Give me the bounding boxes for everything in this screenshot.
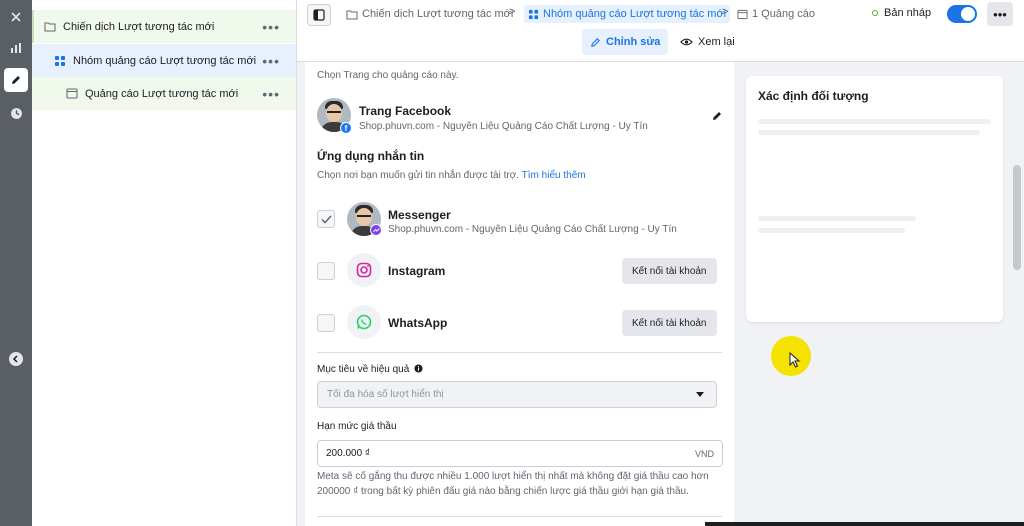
audience-title: Xác định đối tượng	[758, 89, 869, 103]
whatsapp-icon	[347, 305, 381, 339]
tab-review[interactable]: Xem lại	[672, 29, 743, 55]
facebook-icon: f	[340, 122, 352, 134]
left-rail	[0, 0, 32, 526]
tab-edit-label: Chỉnh sửa	[606, 36, 661, 48]
tab-edit[interactable]: Chỉnh sửa	[582, 29, 669, 55]
whatsapp-checkbox[interactable]	[317, 314, 335, 332]
history-icon[interactable]	[4, 101, 28, 125]
tree-adset-label: Nhóm quảng cáo Lượt tương tác mới	[73, 54, 257, 67]
top-bar: Chiến dịch Lượt tương tác mới > Nhóm quả…	[297, 0, 1024, 62]
instagram-name: Instagram	[388, 264, 446, 278]
ad-icon	[66, 88, 78, 99]
divider	[317, 516, 722, 517]
instagram-checkbox[interactable]	[317, 262, 335, 280]
bid-cap-input[interactable]: 200.000 ₫ VND	[317, 440, 723, 467]
campaign-tree: Chiến dịch Lượt tương tác mới ••• Nhóm q…	[32, 0, 297, 526]
status-badge: Bản nháp	[872, 7, 931, 19]
collapse-icon[interactable]	[9, 352, 23, 366]
right-panel: Xác định đối tượng	[734, 62, 1024, 526]
pencil-icon	[591, 37, 600, 47]
whatsapp-name: WhatsApp	[388, 316, 448, 330]
chart-icon[interactable]	[4, 36, 28, 60]
eye-icon	[680, 38, 693, 46]
bid-label: Hạn mức giá thầu	[317, 421, 397, 432]
check-icon	[320, 214, 332, 224]
bid-cap-value: 200.000 ₫	[326, 448, 371, 459]
folder-icon	[44, 22, 56, 32]
messenger-name: Messenger	[388, 208, 451, 222]
connect-whatsapp-button[interactable]: Kết nối tài khoản	[622, 310, 717, 336]
page-subtitle: Shop.phuvn.com - Nguyên Liệu Quảng Cáo C…	[359, 121, 648, 132]
messenger-checkbox[interactable]	[317, 210, 335, 228]
breadcrumb-separator: >	[722, 6, 729, 18]
messenger-subtitle: Shop.phuvn.com - Nguyên Liệu Quảng Cáo C…	[388, 224, 677, 235]
connect-instagram-button[interactable]: Kết nối tài khoản	[622, 258, 717, 284]
messaging-heading: Ứng dụng nhắn tin	[317, 149, 425, 163]
more-icon[interactable]: •••	[262, 86, 280, 102]
page-intro: Chọn Trang cho quảng cáo này.	[317, 70, 459, 81]
grid-icon	[528, 9, 539, 19]
breadcrumb-adset-label: Nhóm quảng cáo Lượt tương tác mới	[543, 8, 727, 20]
breadcrumb-ads-label: 1 Quảng cáo	[752, 8, 815, 20]
adset-form: Chọn Trang cho quảng cáo này. f Trang Fa…	[305, 62, 734, 526]
more-options-button[interactable]: •••	[987, 2, 1013, 26]
audience-card: Xác định đối tượng	[746, 76, 1003, 322]
messaging-desc: Chọn nơi bạn muốn gửi tin nhắn được tài …	[317, 170, 586, 181]
breadcrumb-ads[interactable]: 1 Quảng cáo	[737, 5, 815, 23]
close-icon[interactable]	[4, 5, 28, 29]
tree-ad-label: Quảng cáo Lượt tương tác mới	[85, 87, 239, 100]
grid-icon	[55, 55, 65, 66]
status-label: Bản nháp	[884, 7, 932, 19]
loading-placeholder	[758, 119, 991, 124]
breadcrumb-separator: >	[509, 6, 516, 18]
loading-placeholder	[758, 228, 905, 233]
edit-page-icon[interactable]	[711, 110, 723, 122]
edit-icon[interactable]	[4, 68, 28, 92]
status-dot-icon	[872, 10, 878, 16]
messenger-icon	[370, 224, 382, 236]
currency-unit: VND	[694, 448, 714, 459]
chevron-down-icon	[696, 392, 704, 397]
folder-icon	[346, 10, 358, 19]
page-name: Trang Facebook	[359, 104, 452, 118]
tree-item-adset[interactable]: Nhóm quảng cáo Lượt tương tác mới •••	[32, 44, 296, 77]
info-icon[interactable]	[414, 364, 423, 373]
loading-placeholder	[758, 216, 916, 221]
tree-campaign-label: Chiến dịch Lượt tương tác mới	[63, 20, 215, 33]
tree-item-ad[interactable]: Quảng cáo Lượt tương tác mới •••	[32, 77, 296, 110]
bottom-edge	[705, 522, 1024, 526]
active-toggle[interactable]	[947, 5, 977, 23]
more-icon[interactable]: •••	[262, 53, 280, 69]
tab-review-label: Xem lại	[698, 36, 735, 48]
more-icon[interactable]: •••	[262, 19, 280, 35]
tree-item-campaign[interactable]: Chiến dịch Lượt tương tác mới •••	[32, 10, 296, 43]
performance-goal-value: Tối đa hóa số lượt hiển thị	[327, 389, 444, 400]
ad-icon	[737, 9, 748, 19]
scrollbar[interactable]	[1013, 165, 1021, 270]
breadcrumb-adset[interactable]: Nhóm quảng cáo Lượt tương tác mới	[524, 5, 731, 23]
loading-placeholder	[758, 130, 980, 135]
divider	[317, 352, 722, 353]
instagram-icon	[347, 253, 381, 287]
breadcrumb-campaign-label: Chiến dịch Lượt tương tác mới	[362, 8, 514, 20]
performance-label: Mục tiêu về hiệu quả	[317, 364, 423, 375]
mouse-cursor-icon	[789, 352, 801, 368]
breadcrumb-campaign[interactable]: Chiến dịch Lượt tương tác mới	[346, 5, 513, 23]
panel-toggle-icon[interactable]	[307, 4, 331, 26]
bid-helper-text: Meta sẽ cố gắng thu được nhiều 1.000 lượ…	[317, 471, 709, 497]
performance-goal-select[interactable]: Tối đa hóa số lượt hiển thị	[317, 381, 717, 408]
learn-more-link[interactable]: Tìm hiểu thêm	[522, 170, 586, 181]
